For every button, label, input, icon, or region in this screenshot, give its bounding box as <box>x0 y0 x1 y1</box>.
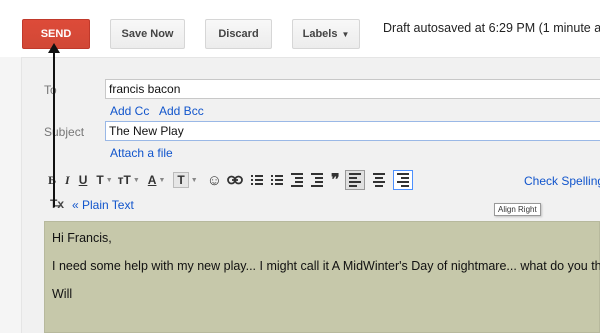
align-left-button[interactable] <box>344 170 365 190</box>
highlight-label: T <box>173 172 189 188</box>
message-body-editor[interactable]: Hi Francis, I need some help with my new… <box>44 221 600 333</box>
attach-file-link[interactable]: Attach a file <box>110 146 173 160</box>
bulleted-list-lines <box>271 175 283 185</box>
subject-label: Subject <box>44 125 85 139</box>
text-color-button[interactable]: A ▼ <box>148 169 166 191</box>
indent-more-lines <box>311 173 324 187</box>
chevron-down-icon: ▼ <box>190 176 198 184</box>
subject-field[interactable]: The New Play <box>105 121 600 141</box>
numbered-list-lines <box>251 175 263 185</box>
quote-icon[interactable]: ❞ <box>331 169 340 191</box>
indent-less-lines <box>291 173 304 187</box>
plain-text-link[interactable]: « Plain Text <box>72 198 134 212</box>
add-cc-link[interactable]: Add Cc <box>110 104 149 118</box>
chevron-down-icon: ▼ <box>105 176 113 184</box>
left-gutter <box>0 57 22 333</box>
align-left-icon <box>348 173 361 187</box>
smiley-icon[interactable]: ☺ <box>207 169 222 191</box>
link-icon-svg <box>227 175 243 185</box>
align-right-icon <box>396 173 409 187</box>
to-field[interactable]: francis bacon <box>105 79 600 99</box>
bulleted-list-icon[interactable] <box>271 169 283 191</box>
message-greeting: Hi Francis, <box>52 231 112 245</box>
font-button[interactable]: T ▼ <box>96 169 112 191</box>
discard-button[interactable]: Discard <box>205 19 272 49</box>
align-center-button[interactable] <box>369 170 389 190</box>
annotation-arrow-line <box>53 49 55 207</box>
message-signature: Will <box>52 287 73 301</box>
annotation-arrow-head <box>48 43 60 53</box>
add-bcc-link[interactable]: Add Bcc <box>159 104 204 118</box>
font-size-label: тT <box>117 173 131 187</box>
chevron-down-icon: ▼ <box>158 176 166 184</box>
indent-less-icon[interactable] <box>291 169 304 191</box>
indent-more-icon[interactable] <box>311 169 324 191</box>
underline-button[interactable]: U <box>79 169 88 191</box>
font-label: T <box>96 173 104 187</box>
text-color-label: A <box>147 173 157 187</box>
align-center-icon <box>372 173 385 187</box>
draft-status: Draft autosaved at 6:29 PM (1 minute ago… <box>383 21 600 35</box>
check-spelling-link[interactable]: Check Spelling <box>524 174 600 188</box>
align-right-button[interactable] <box>392 170 413 190</box>
formatting-toolbar: B I U T ▼ тT ▼ A ▼ T ▼ ☺ ❞ <box>48 168 413 192</box>
labels-button-label: Labels <box>302 28 338 40</box>
align-right-tooltip: Align Right <box>494 203 541 216</box>
highlight-button[interactable]: T ▼ <box>173 169 198 191</box>
save-now-button[interactable]: Save Now <box>110 19 185 49</box>
italic-button[interactable]: I <box>65 169 70 191</box>
labels-button[interactable]: Labels ▼ <box>292 19 360 49</box>
font-size-button[interactable]: тT ▼ <box>118 169 140 191</box>
chevron-down-icon: ▼ <box>132 176 140 184</box>
message-line: I need some help with my new play... I m… <box>52 259 600 273</box>
numbered-list-icon[interactable] <box>251 169 263 191</box>
chevron-down-icon: ▼ <box>341 29 350 39</box>
link-icon[interactable] <box>227 169 243 191</box>
